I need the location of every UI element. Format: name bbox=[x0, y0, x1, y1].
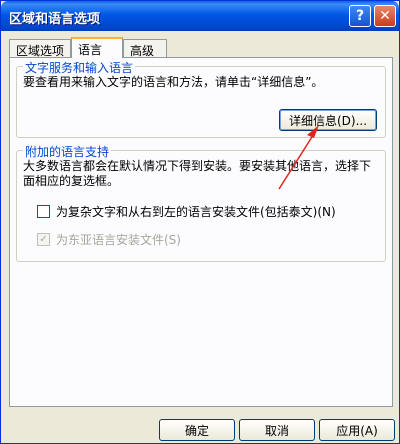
tab-regional-options[interactable]: 区域选项 bbox=[9, 39, 71, 58]
help-icon: ? bbox=[355, 8, 365, 24]
text-services-description: 要查看用来输入文字的语言和方法，请单击“详细信息”。 bbox=[23, 75, 324, 89]
supplemental-description: 大多数语言都会在默认情况下得到安装。要安装其他语言，选择下面相应的复选框。 bbox=[23, 159, 372, 188]
close-icon: ✕ bbox=[379, 8, 391, 24]
cancel-button[interactable]: 取消 bbox=[239, 419, 315, 441]
text-services-legend: 文字服务和输入语言 bbox=[23, 59, 136, 76]
text-services-group: 文字服务和输入语言 要查看用来输入文字的语言和方法，请单击“详细信息”。 详细信… bbox=[16, 59, 386, 138]
close-button[interactable]: ✕ bbox=[374, 5, 396, 27]
tab-panel: 文字服务和输入语言 要查看用来输入文字的语言和方法，请单击“详细信息”。 详细信… bbox=[9, 57, 393, 407]
title-bar[interactable]: 区域和语言选项 ? ✕ bbox=[1, 1, 399, 31]
complex-script-checkbox[interactable] bbox=[37, 205, 50, 218]
checkmark-icon: ✓ bbox=[39, 233, 48, 245]
apply-button[interactable]: 应用(A) bbox=[319, 419, 395, 441]
details-button[interactable]: 详细信息(D)... bbox=[279, 109, 377, 131]
window-title: 区域和语言选项 bbox=[9, 12, 101, 27]
tab-advanced[interactable]: 高级 bbox=[123, 39, 167, 58]
ok-button[interactable]: 确定 bbox=[159, 419, 235, 441]
complex-script-option[interactable]: 为复杂文字和从右到左的语言安装文件(包括泰文)(N) bbox=[37, 203, 336, 220]
east-asian-label: 为东亚语言安装文件(S) bbox=[56, 233, 181, 247]
help-button[interactable]: ? bbox=[349, 5, 371, 27]
dialog-window: 区域和语言选项 ? ✕ 区域选项 语言 高级 文字服务和输入语言 要查看用来输入… bbox=[0, 0, 400, 444]
supplemental-language-group: 附加的语言支持 大多数语言都会在默认情况下得到安装。要安装其他语言，选择下面相应… bbox=[16, 143, 386, 262]
east-asian-checkbox: ✓ bbox=[37, 233, 50, 246]
east-asian-option: ✓ 为东亚语言安装文件(S) bbox=[37, 231, 181, 248]
supplemental-legend: 附加的语言支持 bbox=[23, 143, 112, 160]
complex-script-label: 为复杂文字和从右到左的语言安装文件(包括泰文)(N) bbox=[56, 205, 336, 219]
tab-languages[interactable]: 语言 bbox=[71, 37, 123, 58]
